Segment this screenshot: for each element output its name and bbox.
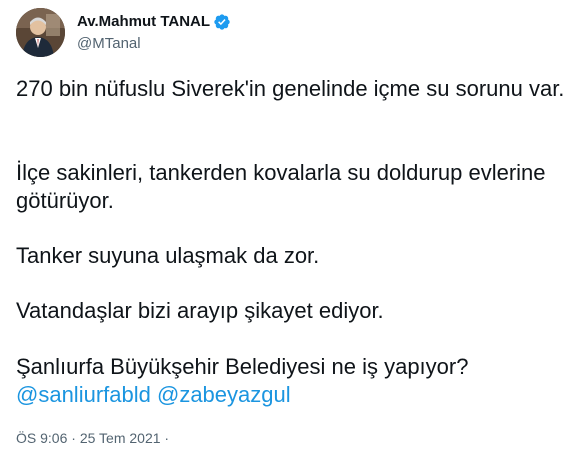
mention-link-zabeyazgul[interactable]: @zabeyazgul <box>157 382 291 407</box>
mentions-line: @sanliurfabld @zabeyazgul <box>16 381 566 409</box>
meta-separator: · <box>164 430 170 446</box>
tweet-date[interactable]: 25 Tem 2021 <box>80 430 161 446</box>
author-block: Av.Mahmut TANAL @MTanal <box>77 12 231 54</box>
tweet-time[interactable]: ÖS 9:06 <box>16 430 67 446</box>
handle[interactable]: @MTanal <box>77 34 231 54</box>
tweet-paragraph: İlçe sakinleri, tankerden kovalarla su d… <box>16 160 546 213</box>
tweet-paragraph: Tanker suyuna ulaşmak da zor. <box>16 243 320 268</box>
tweet-paragraph: Şanlıurfa Büyükşehir Belediyesi ne iş ya… <box>16 354 469 379</box>
tweet-paragraph: 270 bin nüfuslu Siverek'in genelinde içm… <box>16 76 565 101</box>
display-name[interactable]: Av.Mahmut TANAL <box>77 12 210 32</box>
name-row: Av.Mahmut TANAL <box>77 12 231 32</box>
meta-separator: · <box>71 430 76 446</box>
tweet-paragraph-last: Şanlıurfa Büyükşehir Belediyesi ne iş ya… <box>16 353 566 409</box>
tweet-paragraph: Vatandaşlar bizi arayıp şikayet ediyor. <box>16 298 384 323</box>
mention-link-sanliurfabld[interactable]: @sanliurfabld <box>16 382 151 407</box>
tweet-meta: ÖS 9:06 · 25 Tem 2021 · <box>16 428 169 448</box>
verified-badge-icon <box>213 13 231 31</box>
tweet-card: Av.Mahmut TANAL @MTanal 270 bin nüfuslu … <box>0 0 579 459</box>
avatar[interactable] <box>16 8 65 57</box>
profile-photo-icon <box>16 8 65 57</box>
